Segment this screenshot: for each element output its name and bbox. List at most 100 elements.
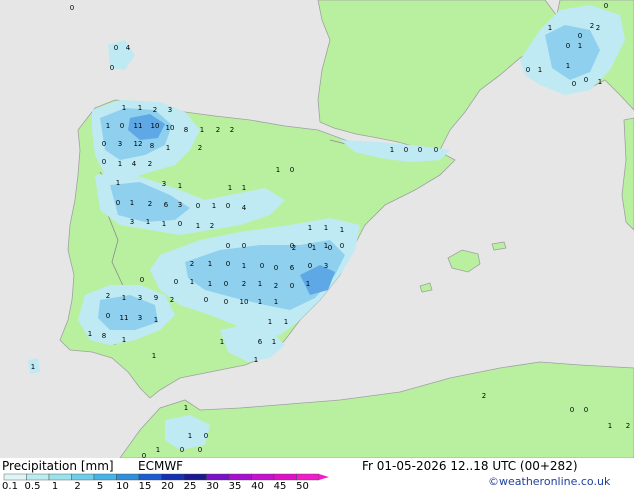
map-value-label: 0 [226, 202, 230, 210]
map-value-label: 0 [242, 242, 246, 250]
weather-map-view: 0 0 4 0 1 0 0 2 0 1 1 0 0 1 1 0 2 1 1 2 3 1 0 11 10 10 8 1 2 2 0 3 12 8 1 2… [0, 0, 634, 490]
map-value-label: 1 [116, 179, 120, 187]
map-value-label: 0 [114, 44, 118, 52]
map-value-label: 0 [70, 4, 74, 12]
map-value-label: 2 [274, 282, 278, 290]
map-value-label: 0 [572, 80, 576, 88]
map-value-label: 0 [106, 312, 110, 320]
map-value-label: 1 [306, 280, 310, 288]
valid-time: Fr 01-05-2026 12..18 UTC (00+282) [362, 459, 578, 473]
map-value-label: 0 [110, 64, 114, 72]
map-value-label: 1 [138, 104, 142, 112]
legend-title: Precipitation [mm] [2, 459, 114, 473]
map-value-label: 1 [178, 182, 182, 190]
legend-tick-label: 2 [74, 481, 80, 490]
map-value-label: 6 [164, 201, 169, 209]
map-value-label: 12 [134, 140, 143, 148]
legend-swatch [183, 473, 207, 481]
legend-swatch [228, 473, 252, 481]
legend-tick-label: 40 [251, 481, 264, 490]
map-value-label: 0 [566, 42, 570, 50]
legend-tick-label: 45 [274, 481, 287, 490]
map-value-label: 1 [312, 244, 316, 252]
map-value-label: 6 [258, 338, 263, 346]
map-value-label: 0 [102, 140, 106, 148]
model-name: ECMWF [138, 459, 184, 473]
map-value-label: 1 [208, 260, 212, 268]
map-value-label: 10 [166, 124, 175, 132]
map-value-label: 10 [240, 298, 249, 306]
map-value-label: 0 [404, 146, 408, 154]
map-value-label: 1 [254, 356, 258, 364]
map-value-label: 4 [242, 204, 247, 212]
map-value-label: 1 [122, 104, 126, 112]
map-value-label: 2 [626, 422, 630, 430]
map-value-label: 0 [340, 242, 344, 250]
map-value-label: 2 [230, 126, 234, 134]
map-value-label: 2 [482, 392, 486, 400]
map-value-label: 1 [122, 294, 126, 302]
map-value-label: 1 [258, 298, 262, 306]
map-value-label: 1 [284, 318, 288, 326]
map-value-label: 8 [150, 142, 154, 150]
map-value-label: 1 [578, 42, 582, 50]
map-value-label: 0 [584, 406, 588, 414]
map-value-label: 1 [146, 218, 150, 226]
map-value-label: 1 [608, 422, 612, 430]
map-value-label: 2 [210, 222, 214, 230]
legend-tick-label: 1 [52, 481, 58, 490]
legend-tick-label: 5 [97, 481, 103, 490]
map-value-label: 2 [106, 292, 110, 300]
map-value-label: 2 [216, 126, 220, 134]
map-value-label: 4 [132, 160, 137, 168]
legend-tick-label: 0.1 [2, 481, 18, 490]
legend-tick-label: 10 [116, 481, 129, 490]
map-value-label: 0 [260, 262, 264, 270]
map-value-label: 2 [170, 296, 174, 304]
map-value-label: 1 [276, 166, 280, 174]
map-value-label: 2 [153, 106, 157, 114]
legend-swatch [71, 473, 95, 481]
map-value-label: 1 [324, 224, 328, 232]
map-value-label: 2 [596, 24, 600, 32]
map-value-label: 0 [604, 2, 608, 10]
legend-swatch [251, 473, 275, 481]
legend-tick-label: 50 [296, 481, 309, 490]
map-value-label: 8 [102, 332, 106, 340]
map-value-label: 0 [578, 32, 582, 40]
map-value-label: 0 [224, 298, 228, 306]
map-value-label: 0 [526, 66, 530, 74]
legend-arrow-tip [319, 474, 329, 480]
map-value-label: 0 [584, 76, 588, 84]
map-value-label: 0 [290, 282, 294, 290]
map-value-label: 1 [220, 338, 224, 346]
map-value-label: 1 [130, 199, 134, 207]
map-value-label: 8 [184, 126, 188, 134]
legend-swatch [138, 473, 162, 481]
map-value-label: 0 [196, 202, 200, 210]
map-value-label: 2 [198, 144, 202, 152]
map-value-label: 0 [570, 406, 574, 414]
map-value-label: 0 [418, 146, 422, 154]
legend-tick-label: 15 [139, 481, 152, 490]
map-value-label: 1 [242, 184, 246, 192]
map-value-label: 1 [190, 278, 194, 286]
map-value-label: 0 [198, 446, 202, 454]
map-value-label: 0 [226, 260, 230, 268]
map-value-label: 2 [190, 260, 194, 268]
legend-tick-label: 25 [184, 481, 197, 490]
map-value-label: 1 [154, 316, 158, 324]
map-value-label: 1 [242, 262, 246, 270]
map-value-label: 0 [178, 220, 182, 228]
map-value-label: 4 [126, 44, 131, 52]
map-value-label: 9 [154, 294, 158, 302]
map-value-label: 2 [292, 244, 296, 252]
map-value-label: 1 [228, 184, 232, 192]
map-value-label: 1 [156, 446, 160, 454]
map-value-label: 1 [538, 66, 542, 74]
map-value-label: 1 [390, 146, 394, 154]
map-value-label: 1 [88, 330, 92, 338]
map-value-label: 1 [200, 126, 204, 134]
legend-swatch [206, 473, 230, 481]
map-value-label: 0 [180, 446, 184, 454]
